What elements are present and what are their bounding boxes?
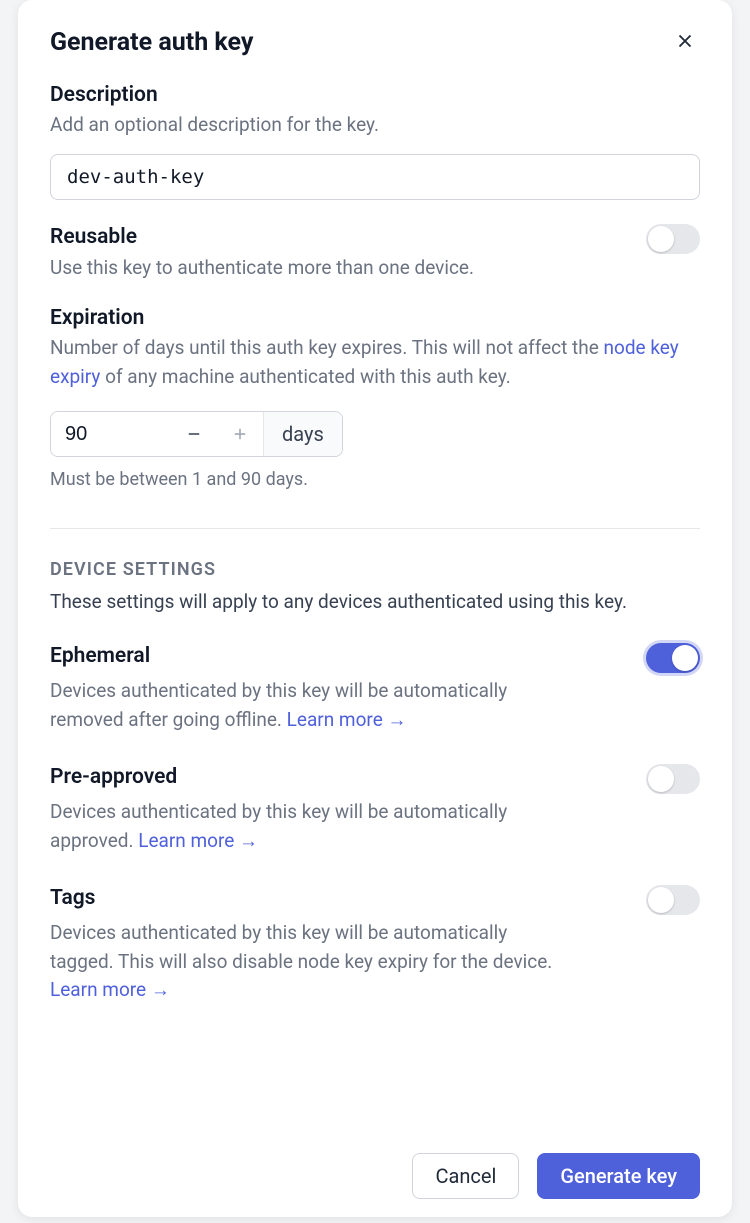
expiration-value-input[interactable] — [51, 412, 171, 456]
ephemeral-label: Ephemeral — [50, 644, 150, 668]
description-section: Description Add an optional description … — [50, 83, 700, 200]
description-hint: Add an optional description for the key. — [50, 111, 700, 140]
reusable-label: Reusable — [50, 225, 137, 249]
generate-key-button[interactable]: Generate key — [537, 1153, 700, 1199]
expiration-stepper: days — [50, 411, 343, 457]
minus-icon — [185, 425, 203, 443]
preapproved-description: Devices authenticated by this key will b… — [50, 798, 560, 855]
expiration-hint: Number of days until this auth key expir… — [50, 334, 700, 391]
preapproved-learn-more-link[interactable]: Learn more → — [138, 829, 258, 852]
device-settings-section: DEVICE SETTINGS These settings will appl… — [50, 559, 700, 1035]
preapproved-label: Pre-approved — [50, 765, 177, 789]
ephemeral-desc-text: Devices authenticated by this key will b… — [50, 679, 507, 731]
toggle-knob — [672, 645, 698, 671]
modal-title: Generate auth key — [50, 28, 253, 57]
preapproved-section: Pre-approved Devices authenticated by th… — [50, 764, 700, 855]
ephemeral-learn-more-link[interactable]: Learn more → — [287, 708, 407, 731]
ephemeral-toggle[interactable] — [646, 643, 700, 673]
ephemeral-section: Ephemeral Devices authenticated by this … — [50, 643, 700, 734]
reusable-section: Reusable Use this key to authenticate mo… — [50, 224, 700, 283]
tags-learn-more-link[interactable]: Learn more → — [50, 978, 170, 1001]
modal-footer: Cancel Generate key — [50, 1143, 700, 1199]
expiration-label: Expiration — [50, 306, 700, 330]
expiration-hint-post: of any machine authenticated with this a… — [100, 365, 510, 388]
cancel-button[interactable]: Cancel — [412, 1153, 519, 1199]
expiration-constraint: Must be between 1 and 90 days. — [50, 469, 700, 490]
close-icon — [674, 30, 696, 52]
close-button[interactable] — [670, 26, 700, 59]
device-settings-heading: DEVICE SETTINGS — [50, 559, 700, 580]
toggle-knob — [648, 766, 674, 792]
toggle-knob — [648, 887, 674, 913]
decrement-button[interactable] — [171, 412, 217, 456]
reusable-toggle[interactable] — [646, 224, 700, 254]
expiration-section: Expiration Number of days until this aut… — [50, 306, 700, 490]
description-label: Description — [50, 83, 700, 107]
expiration-unit-label: days — [263, 412, 342, 456]
reusable-hint: Use this key to authenticate more than o… — [50, 254, 700, 283]
tags-toggle[interactable] — [646, 885, 700, 915]
tags-section: Tags Devices authenticated by this key w… — [50, 885, 700, 1005]
tags-label: Tags — [50, 886, 95, 910]
divider — [50, 528, 700, 529]
increment-button[interactable] — [217, 412, 263, 456]
toggle-knob — [648, 226, 674, 252]
preapproved-toggle[interactable] — [646, 764, 700, 794]
ephemeral-description: Devices authenticated by this key will b… — [50, 677, 560, 734]
preapproved-desc-text: Devices authenticated by this key will b… — [50, 800, 507, 852]
description-input[interactable] — [50, 154, 700, 200]
modal-header: Generate auth key — [50, 26, 700, 59]
tags-description: Devices authenticated by this key will b… — [50, 919, 560, 1005]
expiration-hint-pre: Number of days until this auth key expir… — [50, 336, 604, 359]
tags-desc-text: Devices authenticated by this key will b… — [50, 921, 552, 973]
device-settings-intro: These settings will apply to any devices… — [50, 590, 700, 613]
plus-icon — [231, 425, 249, 443]
generate-auth-key-modal: Generate auth key Description Add an opt… — [18, 0, 732, 1217]
